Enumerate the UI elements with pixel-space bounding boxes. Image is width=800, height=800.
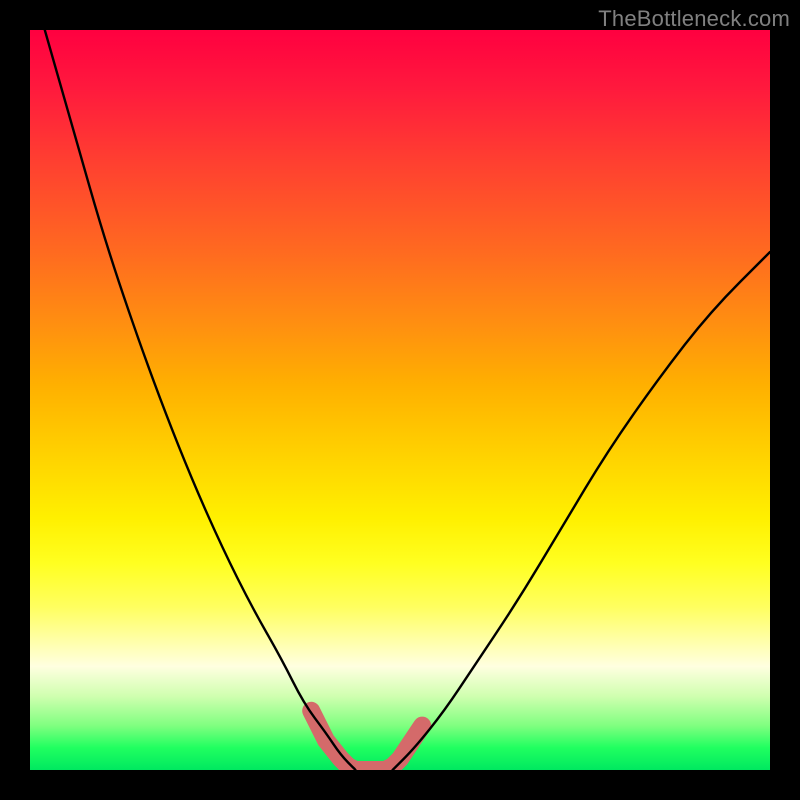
valley-marker (311, 711, 422, 770)
curve-layer (30, 30, 770, 770)
chart-frame: TheBottleneck.com (0, 0, 800, 800)
black-curves (45, 30, 770, 770)
plot-area (30, 30, 770, 770)
watermark-text: TheBottleneck.com (598, 6, 790, 32)
